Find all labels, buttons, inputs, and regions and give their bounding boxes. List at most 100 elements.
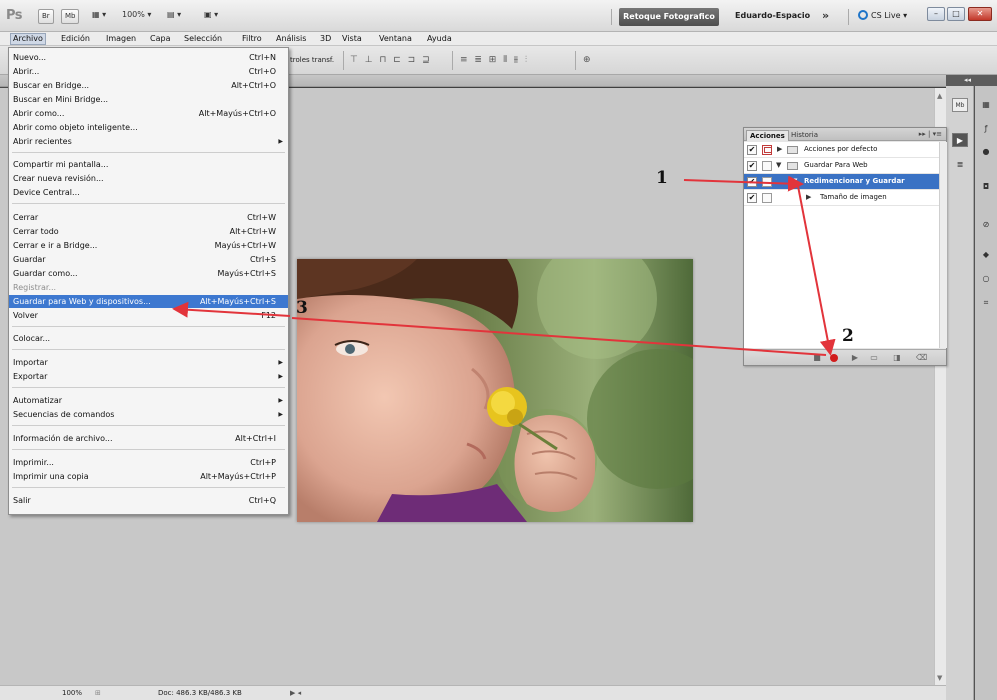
dialog-toggle[interactable] [762,177,772,187]
status-zoom[interactable]: 100% [62,689,82,697]
record-icon[interactable] [830,354,838,362]
screen-mode-icon[interactable]: ▣ ▾ [204,10,218,19]
panel-menu-icon[interactable]: ▸▸ | ▾≡ [919,130,942,138]
brush-icon[interactable]: ⊘ [978,218,994,232]
menu-item-guardar-web[interactable]: Guardar para Web y dispositivos... Alt+Ma… [9,295,288,308]
dialog-toggle[interactable] [762,145,772,155]
minimize-icon[interactable]: – [927,7,945,21]
workspace-user-button[interactable]: Eduardo-Espacio [735,11,810,20]
menu-item-imprimir[interactable]: Imprimir... Ctrl+P [9,456,288,469]
menu-item-imprimir-copia[interactable]: Imprimir una copia Alt+Mayús+Ctrl+P [9,470,288,483]
menu-item-buscar-mini-bridge[interactable]: Buscar en Mini Bridge... [9,93,288,106]
scroll-up-icon[interactable]: ▲ [937,92,942,100]
menu-item-importar[interactable]: Importar ▶ [9,356,288,369]
menu-item-shortcut: Ctrl+P [250,458,276,467]
menu-item-abrir-como[interactable]: Abrir como... Alt+Mayús+Ctrl+O [9,107,288,120]
expand-triangle-icon[interactable]: ▶ [806,190,811,205]
mini-bridge-button[interactable]: Mb [61,9,80,24]
menu-ayuda[interactable]: Ayuda [425,33,454,45]
action-toggle-checkbox[interactable]: ✔ [747,145,757,155]
action-toggle-checkbox[interactable]: ✔ [747,161,757,171]
menu-capa[interactable]: Capa [148,33,172,45]
more-workspaces-icon[interactable]: » [822,9,829,22]
menu-vista[interactable]: Vista [340,33,364,45]
menu-seleccion[interactable]: Selección [182,33,224,45]
menu-item-guardar[interactable]: Guardar Ctrl+S [9,253,288,266]
menu-analisis[interactable]: Análisis [274,33,308,45]
menu-item-cerrar[interactable]: Cerrar Ctrl+W [9,211,288,224]
menu-edicion[interactable]: Edición [59,33,92,45]
collapse-triangle-icon[interactable]: ▼ [792,174,797,189]
menu-item-guardar-como[interactable]: Guardar como... Mayús+Ctrl+S [9,267,288,280]
maximize-icon[interactable]: □ [947,7,965,21]
layers-icon[interactable]: ◆ [978,248,994,262]
histogram-icon[interactable]: ▦ [978,98,994,112]
menu-item-volver[interactable]: Volver F12 [9,309,288,322]
zoom-level-dropdown[interactable]: 100% ▾ [122,10,151,19]
info-icon[interactable]: ● [978,145,994,159]
document-photo[interactable] [297,259,693,522]
menu-item-abrir-recientes[interactable]: Abrir recientes ▶ [9,135,288,148]
actions-panel-icon[interactable]: ▶ [952,133,968,147]
menu-item-automatizar[interactable]: Automatizar ▶ [9,394,288,407]
menu-item-compartir[interactable]: Compartir mi pantalla... [9,158,288,171]
arrange-documents-icon[interactable]: ▤ ▾ [167,10,181,19]
new-action-icon[interactable]: ◨ [892,353,902,363]
menu-imagen[interactable]: Imagen [104,33,138,45]
action-set-guardar-web[interactable]: ✔ ▼ Guardar Para Web [744,158,939,174]
menu-3d[interactable]: 3D [318,33,333,45]
action-redimencionar[interactable]: ✔ ▼ Redimencionar y Guardar [744,174,939,190]
status-zoom-icon[interactable]: ⊞ [95,689,101,697]
menu-item-buscar-bridge[interactable]: Buscar en Bridge... Alt+Ctrl+O [9,79,288,92]
menu-item-informacion[interactable]: Información de archivo... Alt+Ctrl+I [9,432,288,445]
dialog-toggle[interactable] [762,161,772,171]
paths-icon[interactable]: ⌗ [978,296,994,310]
stop-icon[interactable]: ■ [812,353,822,363]
menu-item-cerrar-todo[interactable]: Cerrar todo Alt+Ctrl+W [9,225,288,238]
action-step-tamano[interactable]: ✔ ▶ Tamaño de imagen [744,190,939,206]
menu-item-abrir[interactable]: Abrir... Ctrl+O [9,65,288,78]
menu-ventana[interactable]: Ventana [377,33,414,45]
brush-preset-icon[interactable]: ƒ [978,122,994,136]
action-toggle-checkbox[interactable]: ✔ [747,177,757,187]
align-icons[interactable]: ⊤ ⊥ ⊓ ⊏ ⊐ ⊒ [350,55,432,65]
mini-bridge-panel-icon[interactable]: Mb [952,98,968,112]
menu-item-device-central[interactable]: Device Central... [9,186,288,199]
menu-item-exportar[interactable]: Exportar ▶ [9,370,288,383]
menu-filtro[interactable]: Filtro [240,33,264,45]
auto-align-icon[interactable]: ⊕ [583,55,593,65]
status-arrow-icon[interactable]: ▶ ◂ [290,689,301,697]
menu-item-abrir-objeto[interactable]: Abrir como objeto inteligente... [9,121,288,134]
view-extras-icon[interactable]: ▦ ▾ [92,10,106,19]
expand-triangle-icon[interactable]: ▶ [777,142,782,157]
history-panel-icon[interactable]: ≣ [952,158,968,172]
menu-item-salir[interactable]: Salir Ctrl+Q [9,494,288,507]
distribute-icons[interactable]: ≡ ≣ ⊞ ⫴ ⫵ ⫶ [460,55,529,65]
menu-item-crear-revision[interactable]: Crear nueva revisión... [9,172,288,185]
tab-historia[interactable]: Historia [788,130,821,141]
menu-item-secuencias[interactable]: Secuencias de comandos ▶ [9,408,288,421]
close-icon[interactable]: ✕ [968,7,992,21]
menu-item-label: Guardar [13,255,46,264]
collapse-triangle-icon[interactable]: ▼ [776,158,781,173]
scroll-down-icon[interactable]: ▼ [937,674,942,682]
menu-item-colocar[interactable]: Colocar... [9,332,288,345]
collapse-icon[interactable]: ◂◂ [964,76,971,84]
menu-archivo[interactable]: Archivo [10,33,46,45]
new-set-icon[interactable]: ▭ [869,353,879,363]
dialog-toggle[interactable] [762,193,772,203]
tab-acciones[interactable]: Acciones [746,130,789,141]
menu-item-cerrar-bridge[interactable]: Cerrar e ir a Bridge... Mayús+Ctrl+W [9,239,288,252]
dock-header[interactable]: ◂◂ [946,75,997,86]
cs-live-menu[interactable]: CS Live ▾ [858,10,907,20]
play-icon[interactable]: ▶ [850,353,860,363]
action-toggle-checkbox[interactable]: ✔ [747,193,757,203]
menu-item-nuevo[interactable]: Nuevo... Ctrl+N [9,51,288,64]
action-set-default[interactable]: ✔ ▶ Acciones por defecto [744,142,939,158]
trash-icon[interactable]: ⌫ [916,353,927,363]
workspace-retoque-button[interactable]: Retoque Fotografico [619,8,719,26]
actions-scrollbar[interactable] [939,142,947,348]
channels-icon[interactable]: ○ [978,272,994,286]
layers-comp-icon[interactable]: ◘ [978,180,994,194]
bridge-button[interactable]: Br [38,9,54,24]
